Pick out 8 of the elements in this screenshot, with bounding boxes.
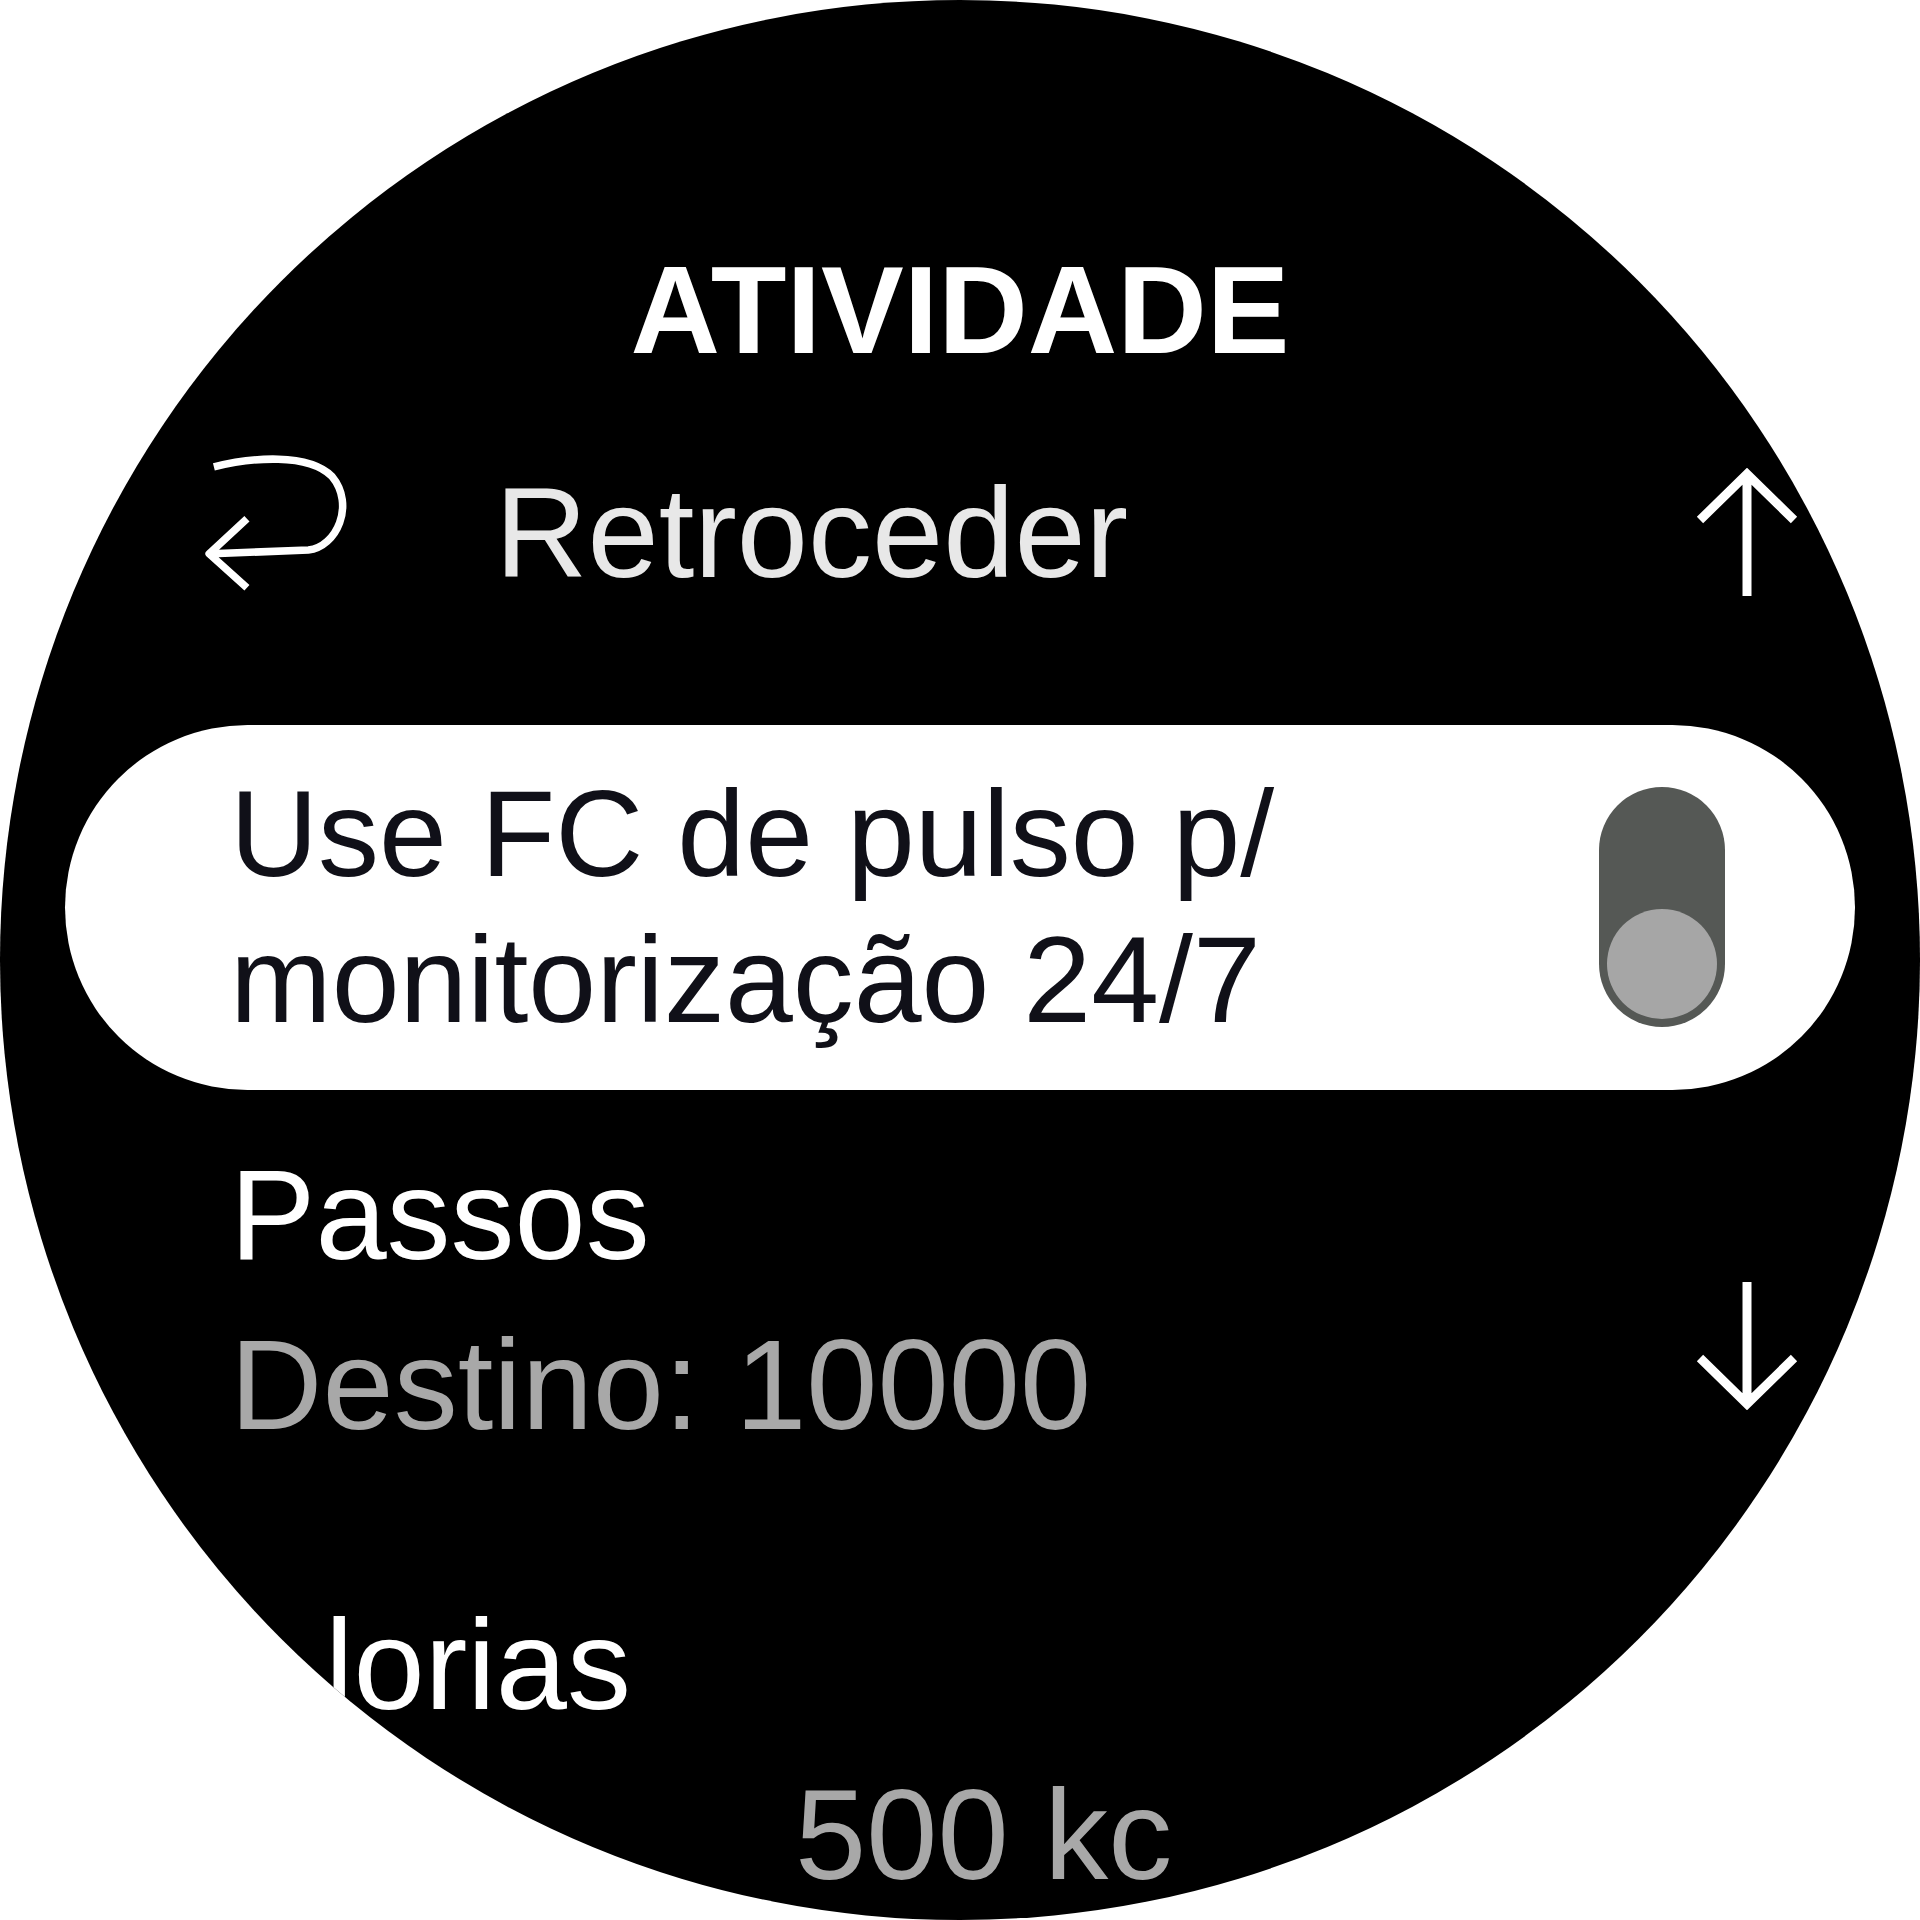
back-label[interactable]: Retroceder xyxy=(495,458,1129,609)
menu-item[interactable]: Use FC de pulso p/ monitorização 24/7 xyxy=(65,724,1855,1090)
item-value: Destino: 10000 xyxy=(230,1312,1092,1458)
screen-title: ATIVIDADE xyxy=(629,240,1291,381)
item-label: Use FC de pulso p/ monitorização 24/7 xyxy=(230,765,1276,1051)
item-label[interactable]: lorias xyxy=(325,1580,1173,1750)
item-label[interactable]: Passos xyxy=(230,1130,1092,1300)
item-value: 500 kc xyxy=(795,1762,1173,1908)
